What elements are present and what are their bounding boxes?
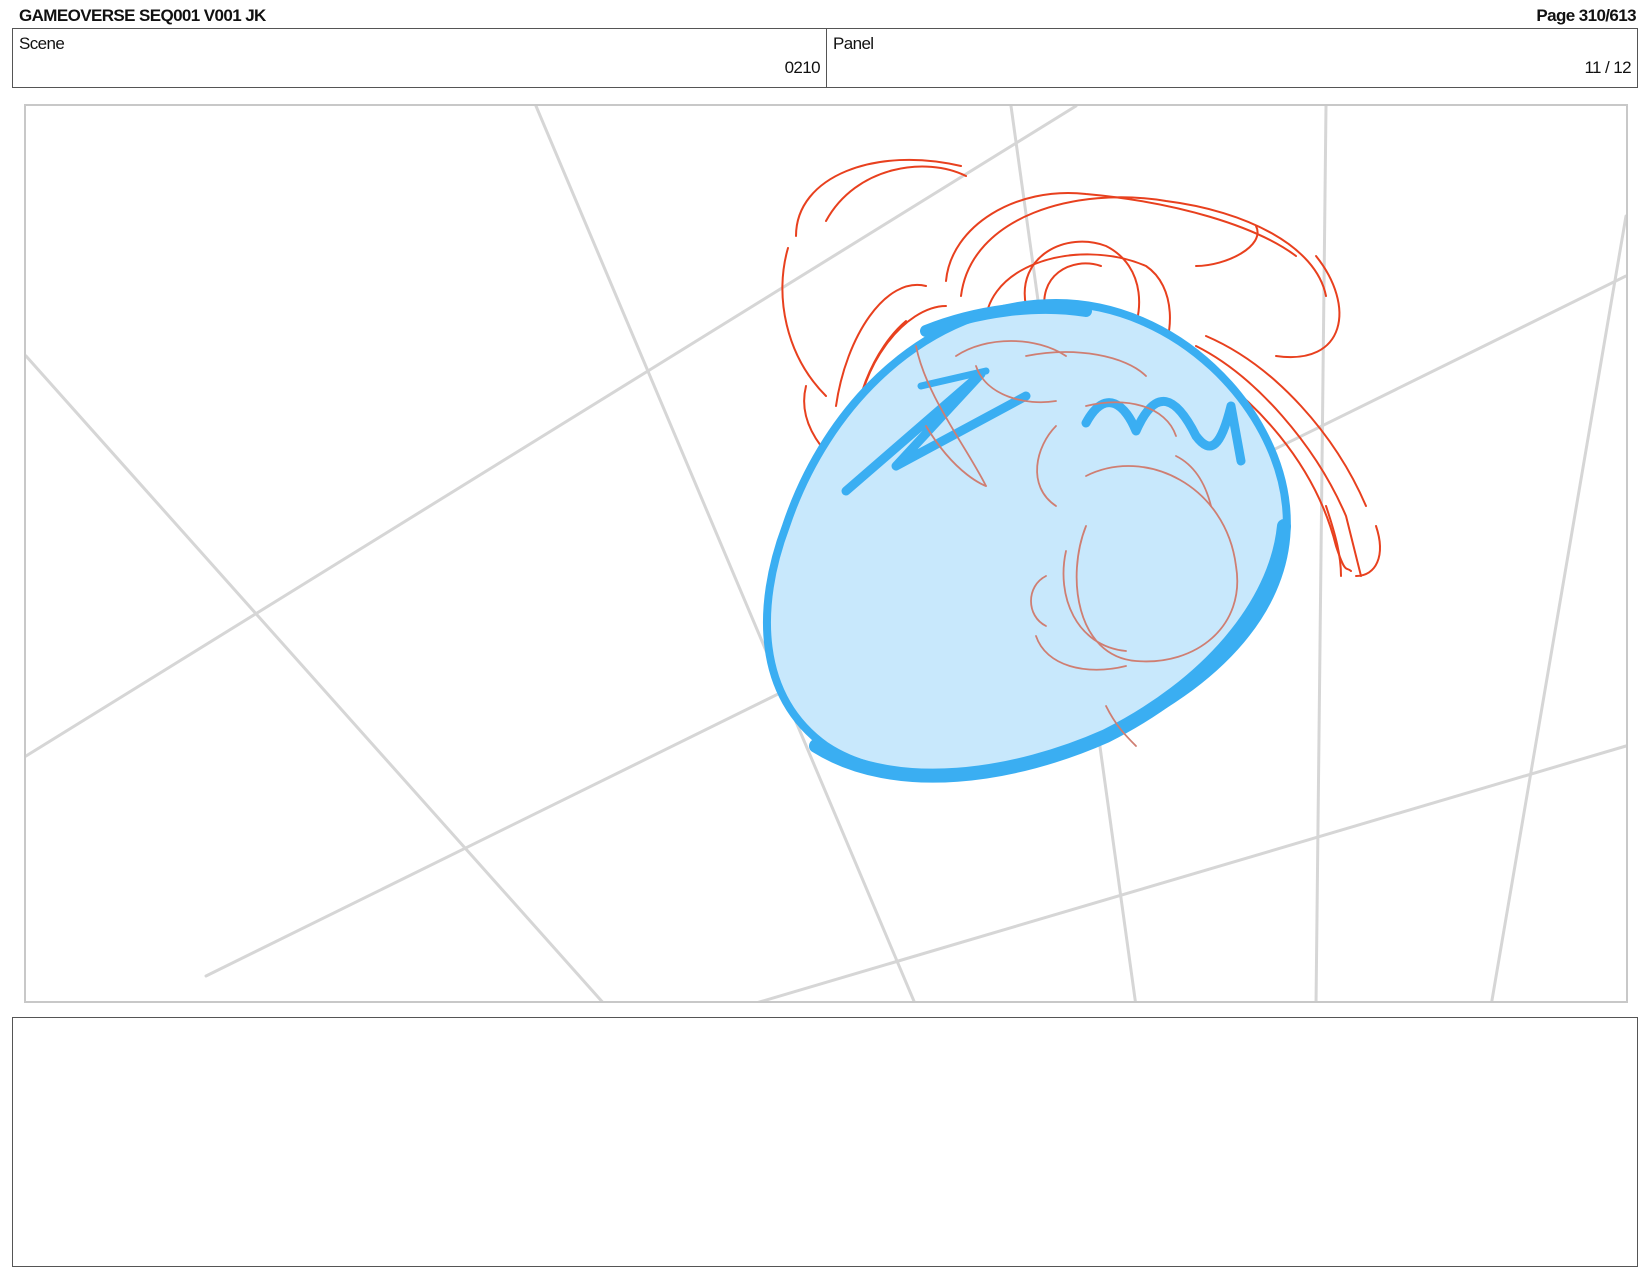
- scene-label: Scene: [19, 34, 65, 53]
- panel-cell: Panel 11 / 12: [827, 29, 1637, 87]
- document-title: GAMEOVERSE SEQ001 V001 JK: [19, 6, 266, 25]
- scene-cell: Scene 0210: [13, 29, 827, 87]
- blue-blob: [762, 298, 1291, 783]
- page-number: Page 310/613: [1536, 6, 1636, 25]
- storyboard-panel-image: [24, 104, 1628, 1003]
- scene-value: 0210: [784, 58, 821, 77]
- panel-value: 11 / 12: [1584, 58, 1631, 77]
- notes-area[interactable]: [12, 1017, 1638, 1267]
- storyboard-sketch: [26, 106, 1626, 1001]
- panel-info-table: Scene 0210 Panel 11 / 12: [12, 28, 1638, 88]
- panel-label: Panel: [833, 34, 874, 53]
